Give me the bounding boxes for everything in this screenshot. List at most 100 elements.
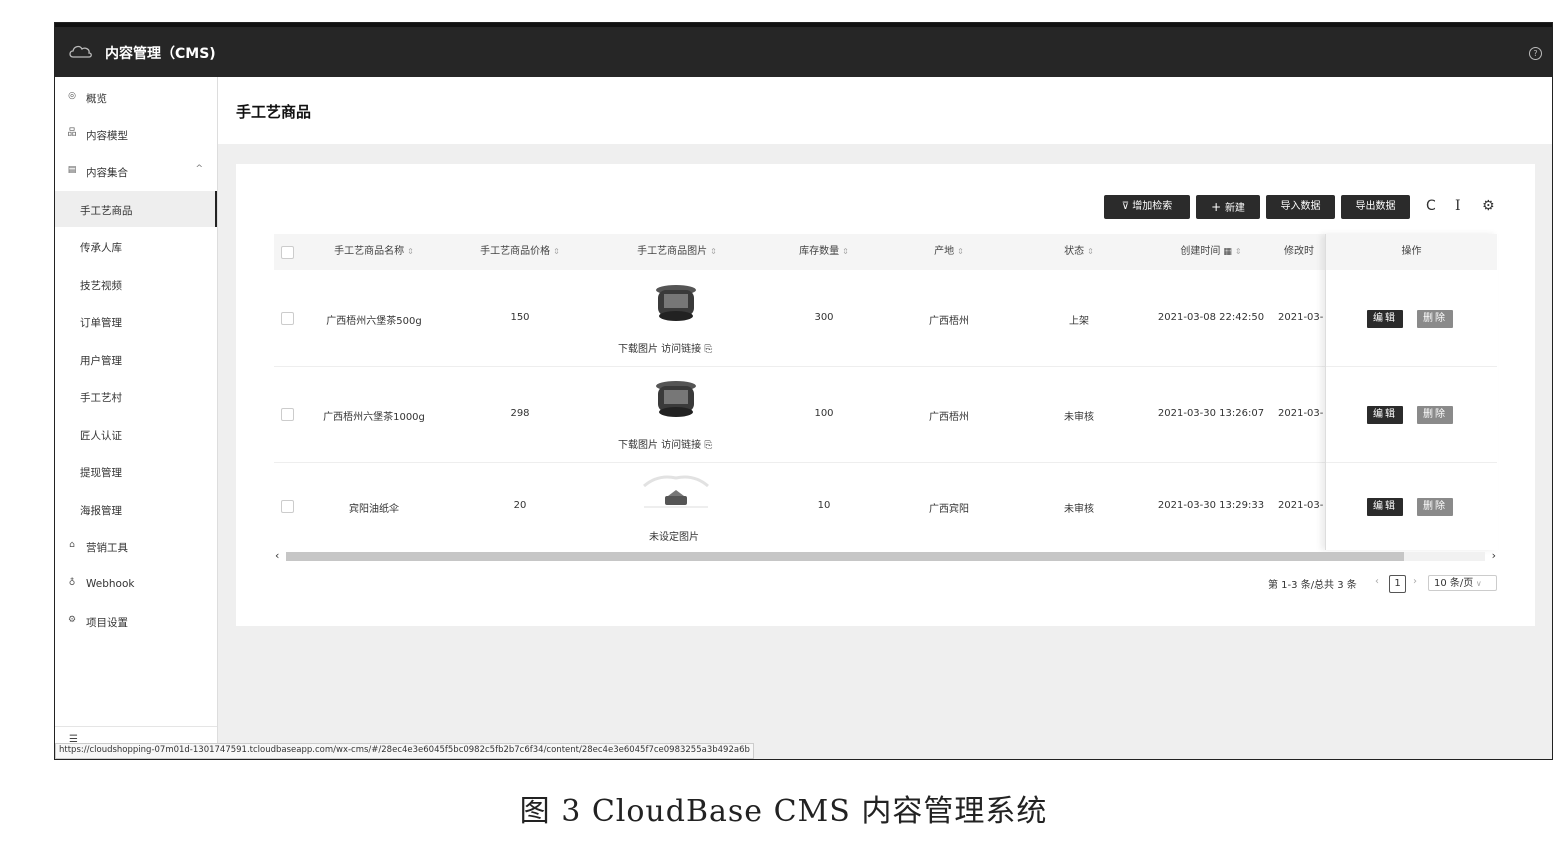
sidebar-item-label: 内容集合 xyxy=(86,167,128,179)
help-icon[interactable]: ? xyxy=(1529,47,1542,60)
sidebar-item-label: 手工艺村 xyxy=(80,392,122,404)
sidebar-item-handicraft-products[interactable]: 手工艺商品 xyxy=(55,191,217,227)
sidebar-item-label: 营销工具 xyxy=(86,542,128,554)
delete-button[interactable]: 删除 xyxy=(1417,498,1453,516)
prev-page-icon[interactable]: ‹ xyxy=(1375,576,1379,594)
created-time: 2021-03-30 13:29:33 xyxy=(1157,500,1265,511)
placeholder-image xyxy=(643,475,709,508)
sidebar-item-posters[interactable]: 海报管理 xyxy=(55,491,217,527)
sidebar-item-webhook[interactable]: ♁ Webhook xyxy=(55,566,217,602)
sidebar-item-content-model[interactable]: 品 内容模型 xyxy=(55,116,217,152)
page-title: 手工艺商品 xyxy=(236,103,312,121)
sidebar-item-project-settings[interactable]: ⚙ 项目设置 xyxy=(55,603,217,639)
product-image-thumbnail[interactable] xyxy=(653,282,699,324)
sidebar-item-label: 手工艺商品 xyxy=(80,205,133,217)
row-checkbox[interactable] xyxy=(281,500,294,513)
browser-frame: 内容管理（CMS) ? ◎ 概览 品 内容模型 ▤ 内容集合 ^ 手工艺商品 传… xyxy=(54,22,1553,760)
sidebar-item-withdrawals[interactable]: 提现管理 xyxy=(55,453,217,489)
sidebar-item-skill-videos[interactable]: 技艺视频 xyxy=(55,266,217,302)
scroll-left-icon[interactable]: ‹ xyxy=(275,549,279,562)
collection-icon: ▤ xyxy=(67,165,77,175)
product-name: 广西梧州六堡茶500g xyxy=(326,316,422,327)
select-all-checkbox[interactable] xyxy=(281,246,294,259)
content-card: ⊽ 增加检索 + 新建 导入数据 导出数据 C I ⚙ 手工艺商品名称 ⇕ 手工艺… xyxy=(236,164,1535,626)
row-checkbox[interactable] xyxy=(281,312,294,325)
chevron-up-icon: ^ xyxy=(195,164,203,174)
edit-button[interactable]: 编辑 xyxy=(1367,406,1403,424)
row-checkbox[interactable] xyxy=(281,408,294,421)
refresh-icon[interactable]: C xyxy=(1426,198,1436,214)
export-button[interactable]: 导出数据 xyxy=(1341,195,1410,219)
sidebar-item-craftsman-cert[interactable]: 匠人认证 xyxy=(55,416,217,452)
delete-button[interactable]: 删除 xyxy=(1417,310,1453,328)
edit-button[interactable]: 编辑 xyxy=(1367,498,1403,516)
no-image-text: 未设定图片 xyxy=(649,532,699,543)
sidebar-item-label: 技艺视频 xyxy=(80,280,122,292)
gear-icon: ⚙ xyxy=(67,615,77,625)
sort-icon: ⇕ xyxy=(1234,247,1242,256)
product-image-thumbnail[interactable] xyxy=(653,378,699,420)
status: 未审核 xyxy=(1064,412,1094,423)
page-number-button[interactable]: 1 xyxy=(1389,575,1406,593)
scrollbar-track[interactable] xyxy=(1404,552,1485,561)
sidebar-item-label: 内容模型 xyxy=(86,130,128,142)
status: 上架 xyxy=(1069,316,1089,327)
sidebar-item-inheritors[interactable]: 传承人库 xyxy=(55,228,217,264)
table-row: 宾阳油纸伞 20 未设定图片 10 广西宾阳 未审核 2021-03-30 13… xyxy=(274,462,1497,550)
edit-button[interactable]: 编辑 xyxy=(1367,310,1403,328)
modified-time: 2021-03- xyxy=(1278,500,1324,511)
new-button[interactable]: + 新建 xyxy=(1196,195,1260,219)
horizontal-scrollbar[interactable]: ‹ › xyxy=(274,549,1497,562)
sort-icon: ⇕ xyxy=(710,247,717,256)
status: 未审核 xyxy=(1064,504,1094,515)
chevron-down-icon: ∨ xyxy=(1473,579,1482,588)
sort-icon: ⇕ xyxy=(407,247,414,256)
sidebar-item-marketing[interactable]: ⌂ 营销工具 xyxy=(55,528,217,564)
sidebar-item-label: 提现管理 xyxy=(80,467,122,479)
column-header[interactable]: 状态 ⇕ xyxy=(1049,234,1109,270)
page-size-select[interactable]: 10 条/页 ∨ xyxy=(1428,575,1497,591)
table-row: 广西梧州六堡茶500g 150 下载图片 访问链接 ⎘ 300 广西梧州 上架 … xyxy=(274,270,1497,367)
column-header[interactable]: 库存数量 ⇕ xyxy=(784,234,864,270)
column-header[interactable]: 手工艺商品价格 ⇕ xyxy=(470,234,570,270)
column-header[interactable]: 手工艺商品名称 ⇕ xyxy=(324,234,424,270)
column-header[interactable]: 手工艺商品图片 ⇕ xyxy=(627,234,727,270)
sidebar-item-label: 订单管理 xyxy=(80,317,122,329)
webhook-icon: ♁ xyxy=(68,578,76,588)
text-height-icon[interactable]: I xyxy=(1455,198,1461,214)
column-header[interactable]: 创建时间 ▦ ⇕ xyxy=(1161,234,1261,270)
eye-icon: ◎ xyxy=(68,91,76,101)
image-links[interactable]: 下载图片 访问链接 ⎘ xyxy=(618,436,712,451)
sidebar-item-overview[interactable]: ◎ 概览 xyxy=(55,79,217,115)
sort-icon: ⇕ xyxy=(957,247,964,256)
scroll-right-icon[interactable]: › xyxy=(1492,549,1496,562)
modified-time: 2021-03- xyxy=(1278,408,1324,419)
sidebar-item-label: 海报管理 xyxy=(80,505,122,517)
sort-icon: ⇕ xyxy=(1087,247,1094,256)
next-page-icon[interactable]: › xyxy=(1413,576,1417,594)
delete-button[interactable]: 删除 xyxy=(1417,406,1453,424)
column-header: 操作 xyxy=(1401,246,1422,257)
scrollbar-thumb[interactable] xyxy=(286,552,1404,561)
origin: 广西梧州 xyxy=(929,316,969,327)
copy-icon: ⎘ xyxy=(704,344,713,355)
created-time: 2021-03-08 22:42:50 xyxy=(1157,312,1265,323)
origin: 广西宾阳 xyxy=(929,504,969,515)
sidebar-item-users[interactable]: 用户管理 xyxy=(55,341,217,377)
add-filter-button[interactable]: ⊽ 增加检索 xyxy=(1104,195,1190,219)
settings-icon[interactable]: ⚙ xyxy=(1482,198,1495,214)
product-name: 宾阳油纸伞 xyxy=(349,504,399,515)
sidebar-item-villages[interactable]: 手工艺村 xyxy=(55,378,217,414)
product-price: 150 xyxy=(510,312,530,323)
sidebar-item-content-collection[interactable]: ▤ 内容集合 ^ xyxy=(55,153,217,189)
import-button[interactable]: 导入数据 xyxy=(1266,195,1335,219)
sort-icon: ⇕ xyxy=(842,247,849,256)
column-header[interactable]: 修改时 xyxy=(1284,234,1334,270)
image-links[interactable]: 下载图片 访问链接 ⎘ xyxy=(618,340,712,355)
model-icon: 品 xyxy=(67,128,77,138)
top-bar: 内容管理（CMS) ? xyxy=(55,23,1552,77)
sidebar-item-label: 传承人库 xyxy=(80,242,122,254)
sidebar-item-label: Webhook xyxy=(86,578,135,590)
sidebar-item-orders[interactable]: 订单管理 xyxy=(55,303,217,339)
column-header[interactable]: 产地 ⇕ xyxy=(919,234,979,270)
